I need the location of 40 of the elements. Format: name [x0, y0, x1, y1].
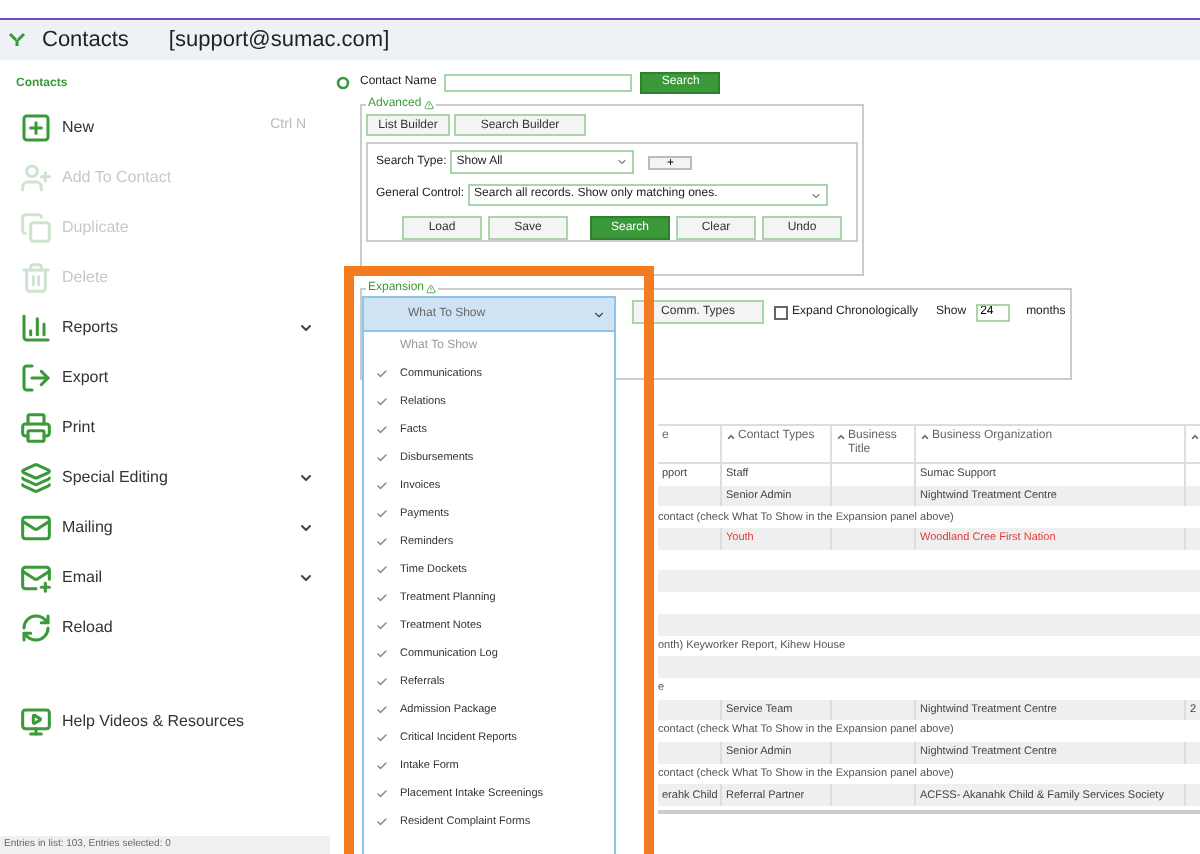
sidebar-item[interactable]: Email	[0, 552, 330, 602]
bar-chart-icon	[20, 311, 52, 343]
mail-icon	[20, 511, 52, 543]
sidebar-item[interactable]: Mailing	[0, 502, 330, 552]
reload-icon	[20, 611, 52, 643]
sort-icon	[836, 432, 846, 442]
video-icon	[20, 705, 52, 737]
sort-icon	[1190, 432, 1200, 442]
warning-icon	[426, 284, 437, 294]
app-logo-icon	[8, 32, 26, 48]
warning-icon	[423, 100, 434, 110]
chevron-down-icon	[298, 469, 314, 485]
export-icon	[20, 361, 52, 393]
sidebar-item[interactable]: Reports	[0, 302, 330, 352]
chevron-down-icon	[616, 156, 629, 168]
account-label: [support@sumac.com]	[168, 25, 390, 56]
contact-name-field[interactable]	[444, 73, 633, 91]
expand-checkbox[interactable]	[774, 305, 788, 319]
chevron-down-icon	[810, 189, 823, 201]
printer-icon	[20, 411, 52, 443]
what-to-show-dropdown[interactable]	[362, 296, 616, 854]
window-title: Contacts	[42, 25, 129, 56]
trash-icon	[20, 261, 52, 293]
mail-plus-icon	[20, 561, 52, 593]
chevron-down-icon	[298, 519, 314, 535]
refresh-icon[interactable]	[336, 75, 350, 89]
sidebar-item[interactable]: Print	[0, 402, 330, 452]
chevron-down-icon	[298, 569, 314, 585]
chevron-down-icon	[592, 307, 606, 321]
sidebar-item[interactable]: Help Videos & Resources	[0, 696, 330, 746]
copy-icon	[20, 211, 52, 243]
sidebar-item[interactable]: Reload	[0, 602, 330, 652]
sidebar-item[interactable]: Export	[0, 352, 330, 402]
chevron-down-icon	[298, 319, 314, 335]
sidebar-item[interactable]: Special Editing	[0, 452, 330, 502]
plus-square-icon	[20, 111, 52, 143]
sort-icon	[920, 432, 930, 442]
layers-icon	[20, 461, 52, 493]
sort-icon	[726, 432, 736, 442]
user-plus-icon	[20, 161, 52, 193]
